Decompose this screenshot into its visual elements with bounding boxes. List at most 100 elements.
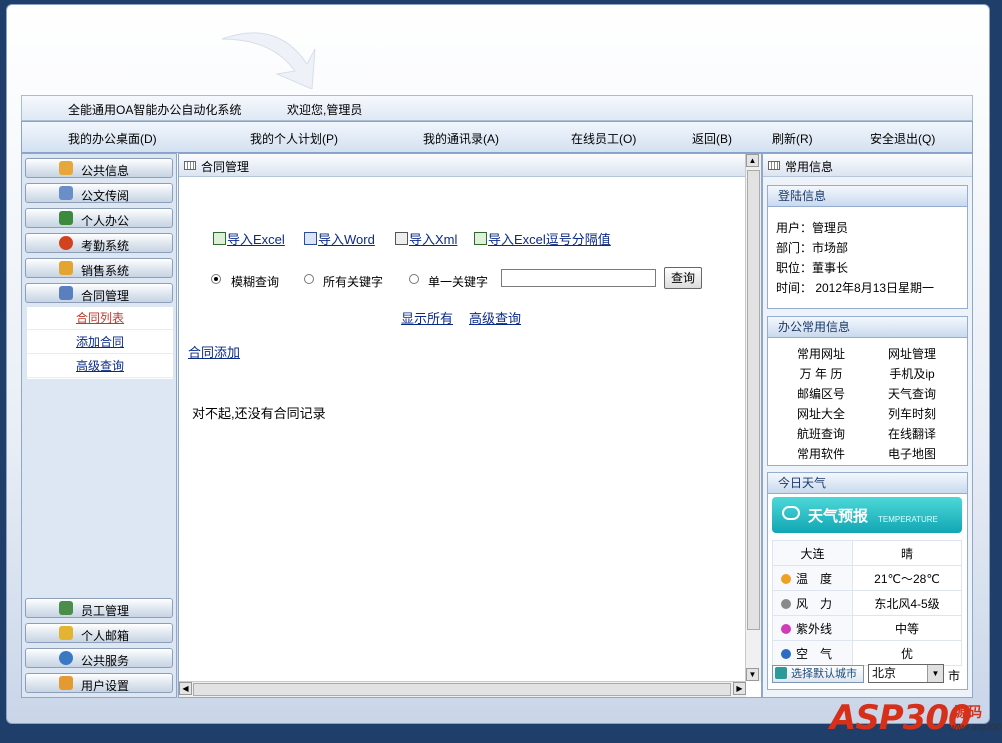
right-panel: 常用信息 登陆信息 用户：管理员 部门：市场部 职位：董事长 时间： 2012年… [762,153,973,698]
tool-weather-query[interactable]: 天气查询 [867,385,957,402]
tool-common-urls[interactable]: 常用网址 [776,345,866,362]
right-panel-header: 常用信息 [763,154,972,177]
office-tools-box: 办公常用信息 常用网址 网址管理 万 年 历 手机及ip 邮编区号 天气查询 网… [767,316,968,466]
sidebar-item-user-settings[interactable]: 用户设置 [25,673,173,693]
box-icon [59,261,73,275]
sidebar-item-contract[interactable]: 合同管理 [25,283,173,303]
person-icon [59,211,73,225]
cloud-icon [782,506,800,520]
system-title: 全能通用OA智能办公自动化系统 [68,103,242,117]
tool-calendar[interactable]: 万 年 历 [776,365,866,382]
tool-postcode[interactable]: 邮编区号 [776,385,866,402]
select-city-button[interactable]: 选择默认城市 [772,665,864,683]
scroll-up-icon[interactable]: ▲ [746,154,759,167]
weather-city-row: 大连 晴 [772,540,962,566]
nav-logout[interactable]: 安全退出(Q) [870,130,935,147]
sidebar-item-public-service[interactable]: 公共服务 [25,648,173,668]
import-word-link[interactable]: 导入Word [304,229,375,248]
sidebar-item-attendance[interactable]: 考勤系统 [25,233,173,253]
empty-message: 对不起,还没有合同记录 [192,406,326,421]
sidebar: 公共信息 公文传阅 个人办公 考勤系统 销售系统 合同管理 合同列表 添加合同 … [21,153,177,698]
show-all-link[interactable]: 显示所有 [401,308,453,327]
welcome-text: 欢迎您,管理员 [287,103,363,117]
nav-desktop[interactable]: 我的办公桌面(D) [68,130,157,147]
scroll-left-icon[interactable]: ◀ [179,682,192,695]
scroll-down-icon[interactable]: ▼ [746,668,759,681]
nav-refresh[interactable]: 刷新(R) [772,130,813,147]
submenu-advanced-query[interactable]: 高级查询 [27,355,173,378]
mail-icon [59,626,73,640]
import-xml-link[interactable]: 导入Xml [395,229,457,248]
xml-icon [395,232,408,245]
user-settings-icon [59,676,73,690]
globe-icon [59,651,73,665]
submenu-contract-list[interactable]: 合同列表 [27,307,173,330]
radio-single-keyword[interactable] [409,274,419,284]
weather-condition: 晴 [852,540,962,566]
vertical-scrollbar[interactable]: ▲ ▼ [745,154,761,681]
nav-contacts[interactable]: 我的通讯录(A) [423,130,499,147]
contract-icon [59,286,73,300]
excel-csv-icon [474,232,487,245]
tool-translate[interactable]: 在线翻译 [867,425,957,442]
document-edit-icon [59,186,73,200]
hscroll-thumb[interactable] [193,683,731,696]
sun-icon [781,573,791,584]
sidebar-item-staff[interactable]: 员工管理 [25,598,173,618]
watermark-logo: ASP300 源码 www.asp300.com [830,698,1002,738]
horizontal-scrollbar[interactable]: ◀ ▶ [179,681,746,697]
login-user: 用户：管理员 [776,221,849,235]
import-excel-link[interactable]: 导入Excel [213,229,285,248]
tool-flight-query[interactable]: 航班查询 [776,425,866,442]
weather-table: 大连 晴 温 度 21℃～28℃ 风 力 东北风4-5级 紫外线 中等 空 气 … [772,540,962,666]
weather-row-wind: 风 力 东北风4-5级 [772,590,962,616]
query-button[interactable]: 查询 [664,267,702,289]
sidebar-item-mail[interactable]: 个人邮箱 [25,623,173,643]
main-nav: 我的办公桌面(D) 我的个人计划(P) 我的通讯录(A) 在线员工(O) 返回(… [21,121,973,153]
book-icon [59,161,73,175]
tool-train-schedule[interactable]: 列车时刻 [867,405,957,422]
login-position: 职位：董事长 [776,261,849,275]
sidebar-item-public-info[interactable]: 公共信息 [25,158,173,178]
uv-icon [781,623,791,634]
wind-icon [781,598,791,609]
submenu-add-contract[interactable]: 添加合同 [27,331,173,354]
search-input[interactable] [501,269,656,287]
main-panel: 合同管理 导入Excel 导入Word 导入Xml 导入Excel逗号分隔值 模… [178,153,762,698]
scroll-right-icon[interactable]: ▶ [733,682,746,695]
login-info-title: 登陆信息 [768,186,967,207]
tool-map[interactable]: 电子地图 [867,445,957,462]
staff-icon [59,601,73,615]
weather-row-air: 空 气 优 [772,640,962,666]
main-panel-header: 合同管理 [179,154,761,177]
nav-back[interactable]: 返回(B) [692,130,732,147]
radio-all-keywords[interactable] [304,274,314,284]
chevron-down-icon: ▼ [927,665,943,682]
login-info-box: 登陆信息 用户：管理员 部门：市场部 职位：董事长 时间： 2012年8月13日… [767,185,968,309]
sidebar-item-document-circulation[interactable]: 公文传阅 [25,183,173,203]
nav-online-staff[interactable]: 在线员工(O) [571,130,636,147]
add-contract-link[interactable]: 合同添加 [188,342,240,361]
weather-row-uv: 紫外线 中等 [772,615,962,641]
nav-plan[interactable]: 我的个人计划(P) [250,130,338,147]
sidebar-item-personal-office[interactable]: 个人办公 [25,208,173,228]
scroll-thumb[interactable] [747,170,760,630]
tool-software[interactable]: 常用软件 [776,445,866,462]
import-csv-link[interactable]: 导入Excel逗号分隔值 [474,229,611,248]
sidebar-item-sales[interactable]: 销售系统 [25,258,173,278]
radio-fuzzy-query[interactable] [211,274,221,284]
city-select[interactable]: 北京 ▼ [868,664,944,683]
login-time: 时间： 2012年8月13日星期一 [776,281,935,295]
tool-url-manage[interactable]: 网址管理 [867,345,957,362]
word-icon [304,232,317,245]
radio-single-keyword-label: 单一关键字 [428,275,489,289]
tool-url-directory[interactable]: 网址大全 [776,405,866,422]
excel-icon [213,232,226,245]
contract-submenu: 合同列表 添加合同 高级查询 [27,307,173,379]
radio-all-keywords-label: 所有关键字 [323,275,384,289]
arrow-right-icon [775,667,787,679]
radio-fuzzy-label: 模糊查询 [231,275,280,289]
advanced-query-link[interactable]: 高级查询 [469,308,521,327]
tool-phone-ip[interactable]: 手机及ip [867,365,957,382]
air-icon [781,648,791,659]
